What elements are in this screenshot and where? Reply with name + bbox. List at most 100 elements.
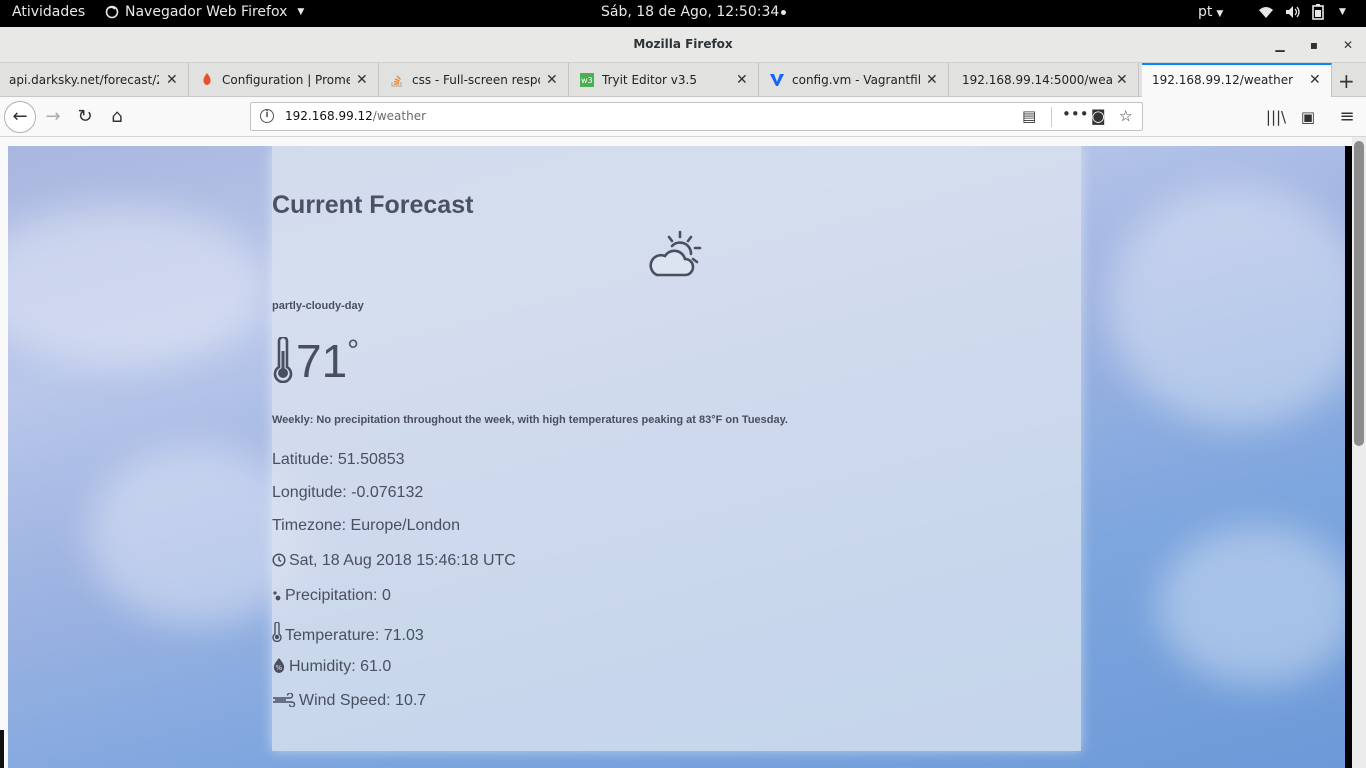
- scrollbar-thumb[interactable]: [1354, 141, 1364, 446]
- language-label: pt: [1198, 4, 1213, 20]
- url-host: 192.168.99.12: [285, 109, 373, 123]
- wind-speed-text: Wind Speed: 10.7: [299, 692, 427, 709]
- humidity-text: Humidity: 61.0: [289, 658, 392, 675]
- longitude-row: Longitude: -0.076132: [272, 484, 424, 501]
- url-bar[interactable]: i 192.168.99.12/weather ▤ ••• ◙ ☆: [250, 102, 1143, 131]
- tab-vagrantfile[interactable]: config.vm - Vagrantfile - ✕: [760, 63, 949, 97]
- wind-speed-row: Wind Speed: 10.7: [272, 692, 1081, 710]
- url-separator: [1051, 107, 1052, 127]
- battery-icon: [1312, 4, 1324, 20]
- url-text[interactable]: 192.168.99.12/weather: [285, 109, 426, 123]
- clock[interactable]: Sáb, 18 de Ago, 12:50:34: [601, 4, 787, 20]
- navigation-toolbar: ← → ↻ ⌂ i 192.168.99.12/weather ▤ ••• ◙ …: [0, 97, 1366, 137]
- temperature-row: Temperature: 71.03: [272, 622, 1081, 645]
- raindrops-icon: [273, 591, 281, 601]
- timezone-row: Timezone: Europe/London: [272, 517, 460, 534]
- thermometer-icon: [273, 335, 293, 384]
- temperature-value: 71: [296, 335, 348, 387]
- notification-dot-icon: [781, 9, 787, 15]
- page-title: Current Forecast: [272, 191, 474, 219]
- degree-symbol: °: [347, 334, 360, 368]
- thermometer-icon: [272, 622, 282, 642]
- clock-text: Sáb, 18 de Ago, 12:50:34: [601, 4, 780, 20]
- forecast-card: Current Forecast partly-cloudy-day 71° W…: [272, 146, 1081, 751]
- precipitation-row: Precipitation: 0: [272, 587, 1081, 605]
- language-indicator[interactable]: pt ▼: [1198, 4, 1223, 20]
- gnome-top-bar: Atividades Navegador Web Firefox ▼ Sáb, 1…: [0, 0, 1366, 27]
- new-tab-button[interactable]: +: [1338, 69, 1355, 93]
- humidity-icon: %: [273, 658, 285, 673]
- site-info-icon[interactable]: i: [260, 109, 274, 123]
- content-left-margin: [0, 137, 8, 768]
- reload-button[interactable]: ↻: [73, 105, 97, 129]
- svg-text:w3: w3: [581, 76, 593, 85]
- firefox-icon: [105, 5, 119, 19]
- page-actions-icon[interactable]: •••: [1062, 105, 1089, 123]
- vagrant-icon: [770, 73, 784, 87]
- partly-cloudy-day-icon: [649, 230, 702, 277]
- svg-text:%: %: [276, 664, 283, 672]
- tab-weather-12[interactable]: 192.168.99.12/weather ✕: [1142, 63, 1332, 97]
- tab-label: Configuration | Prometh: [222, 73, 350, 87]
- temperature-text: Temperature: 71.03: [285, 627, 424, 644]
- tab-label: Tryit Editor v3.5: [602, 73, 697, 87]
- hamburger-menu-icon[interactable]: ≡: [1335, 105, 1359, 129]
- content-top-margin: [0, 137, 1352, 146]
- app-menu-label: Navegador Web Firefox: [125, 4, 288, 20]
- close-tab-icon[interactable]: ✕: [166, 72, 178, 88]
- close-tab-icon[interactable]: ✕: [1309, 72, 1321, 88]
- close-tab-icon[interactable]: ✕: [546, 72, 558, 88]
- tab-stackoverflow[interactable]: css - Full-screen respons ✕: [380, 63, 569, 97]
- close-tab-icon[interactable]: ✕: [1116, 72, 1128, 88]
- back-button[interactable]: ←: [4, 101, 36, 133]
- home-button[interactable]: ⌂: [105, 105, 129, 129]
- wifi-icon: [1259, 7, 1273, 18]
- clock-icon: [272, 553, 286, 567]
- background-cloud: [8, 206, 268, 366]
- precipitation-text: Precipitation: 0: [285, 587, 391, 604]
- tab-label: 192.168.99.12/weather: [1152, 73, 1294, 87]
- tab-weather-14[interactable]: 192.168.99.14:5000/weathe ✕: [950, 63, 1139, 97]
- close-tab-icon[interactable]: ✕: [736, 72, 748, 88]
- w3schools-icon: w3: [580, 73, 594, 87]
- weekly-summary: Weekly: No precipitation throughout the …: [272, 414, 788, 426]
- sidebar-icon[interactable]: ▣: [1296, 105, 1320, 129]
- chevron-down-icon: ▼: [297, 7, 305, 17]
- close-tab-icon[interactable]: ✕: [356, 72, 368, 88]
- volume-icon: [1286, 6, 1300, 18]
- tab-tryit-editor[interactable]: w3 Tryit Editor v3.5 ✕: [570, 63, 759, 97]
- window-titlebar: Mozilla Firefox ▁ ▪ ✕: [0, 27, 1366, 63]
- humidity-row: % Humidity: 61.0: [272, 657, 1081, 676]
- tab-label: 192.168.99.14:5000/weathe: [962, 73, 1112, 87]
- app-menu[interactable]: Navegador Web Firefox ▼: [105, 4, 304, 20]
- reader-view-icon[interactable]: ▤: [1022, 107, 1036, 125]
- dock-edge: [0, 730, 4, 768]
- tab-label: css - Full-screen respons: [412, 73, 540, 87]
- tab-label: config.vm - Vagrantfile -: [792, 73, 920, 87]
- chevron-down-icon: ▼: [1216, 9, 1224, 19]
- background-cloud: [1108, 186, 1345, 426]
- latitude-row: Latitude: 51.50853: [272, 451, 405, 468]
- summary-icon-label: partly-cloudy-day: [272, 300, 364, 312]
- background-cloud: [1158, 526, 1345, 686]
- stackoverflow-icon: [390, 73, 404, 87]
- url-path: /weather: [372, 109, 427, 123]
- activities-button[interactable]: Atividades: [12, 4, 85, 20]
- tab-darksky-api[interactable]: api.darksky.net/forecast/255 ✕: [0, 63, 189, 97]
- window-title: Mozilla Firefox: [633, 37, 733, 51]
- vertical-scrollbar[interactable]: [1352, 137, 1366, 768]
- prometheus-icon: [200, 73, 214, 87]
- pocket-icon[interactable]: ◙: [1091, 107, 1106, 125]
- tab-prometheus[interactable]: Configuration | Prometh ✕: [190, 63, 379, 97]
- bookmark-star-icon[interactable]: ☆: [1119, 107, 1132, 125]
- maximize-button[interactable]: ▪: [1305, 36, 1323, 54]
- tab-label: api.darksky.net/forecast/255: [9, 73, 159, 87]
- current-temperature: 71°: [272, 334, 1081, 388]
- time-text: Sat, 18 Aug 2018 15:46:18 UTC: [289, 552, 516, 569]
- system-menu[interactable]: ▼: [1258, 4, 1346, 20]
- forward-button[interactable]: →: [41, 105, 65, 129]
- close-window-button[interactable]: ✕: [1339, 36, 1357, 54]
- close-tab-icon[interactable]: ✕: [926, 72, 938, 88]
- minimize-button[interactable]: ▁: [1271, 36, 1289, 54]
- library-icon[interactable]: |||\: [1264, 105, 1288, 129]
